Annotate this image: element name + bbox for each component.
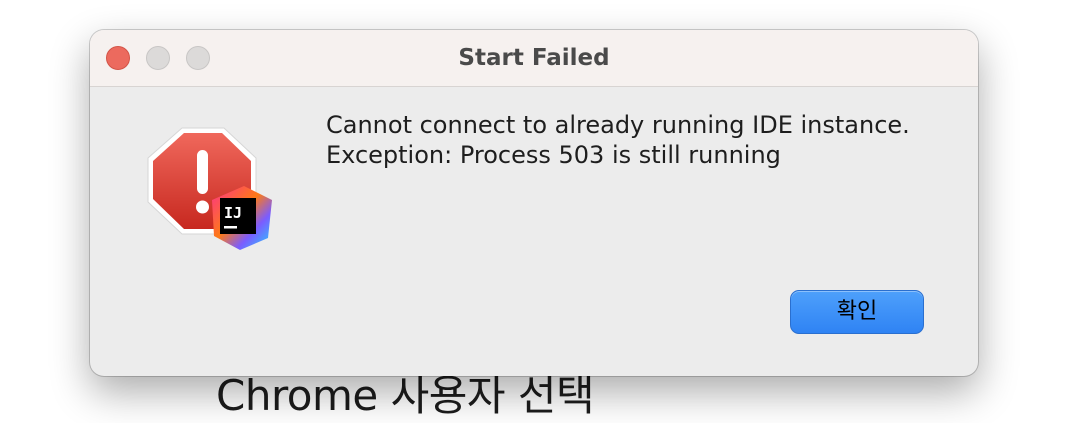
error-message-line-2: Exception: Process 503 is still running <box>326 141 781 169</box>
ok-button[interactable]: 확인 <box>790 290 924 334</box>
error-message-line-1: Cannot connect to already running IDE in… <box>326 111 910 139</box>
error-message: Cannot connect to already running IDE in… <box>326 110 910 170</box>
title-bar: Start Failed <box>90 30 978 87</box>
start-failed-dialog: Start Failed IJ Cannot connect to alread… <box>90 30 978 376</box>
dialog-title: Start Failed <box>458 45 610 71</box>
error-octagon-icon: IJ <box>147 127 272 250</box>
badge-text: IJ <box>224 204 242 222</box>
